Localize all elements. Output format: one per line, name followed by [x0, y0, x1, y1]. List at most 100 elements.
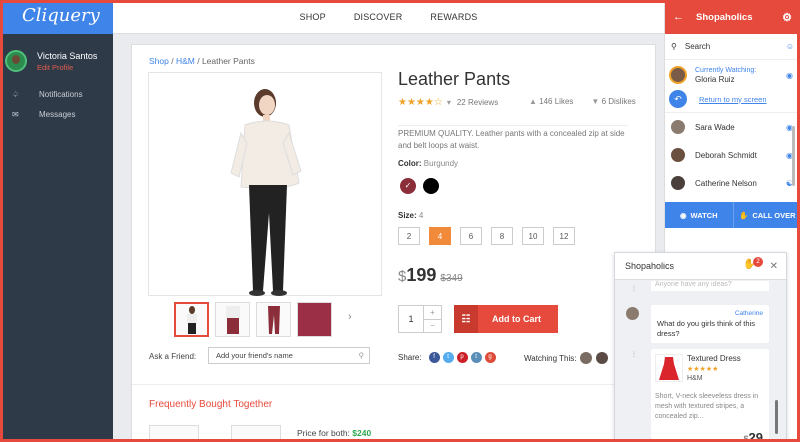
shared-product-card[interactable]: Textured Dress ★★★★★ H&M Short, V-neck s… — [651, 349, 769, 442]
pinterest-icon[interactable]: p — [456, 352, 468, 363]
fbt-thumbnail[interactable] — [231, 425, 281, 442]
app-logo[interactable]: Cliquery — [0, 0, 113, 34]
avatar — [671, 148, 685, 162]
facebook-icon[interactable]: f — [428, 352, 440, 363]
friend-item[interactable]: Sara Wade ◉ — [665, 113, 800, 141]
size-option[interactable]: 12 — [553, 227, 575, 245]
price-for-both-value: $240 — [352, 428, 372, 438]
thumbnail[interactable] — [256, 302, 291, 337]
dislike-button[interactable]: ▼ 6 Dislikes — [591, 97, 635, 106]
twitter-icon[interactable]: t — [442, 352, 454, 363]
product-thumbnail — [655, 354, 683, 382]
size-option-selected[interactable]: 4 — [429, 227, 451, 245]
like-button[interactable]: ▲ 146 Likes — [529, 97, 573, 106]
basket-icon: ☷ — [454, 305, 478, 333]
size-label: Size: 4 — [398, 211, 423, 220]
thumbnail[interactable] — [174, 302, 209, 337]
avatar[interactable] — [596, 352, 609, 364]
size-option[interactable]: 8 — [491, 227, 513, 245]
breadcrumb-shop[interactable]: Shop — [149, 56, 169, 66]
watching-label: Watching This: — [524, 353, 577, 363]
currently-watching[interactable]: Currently Watching: Gloria Ruiz ◉ — [665, 60, 800, 86]
product-stars: ★★★★★ — [687, 366, 719, 373]
product-price: $29 — [744, 430, 763, 442]
settings-icon[interactable]: ⚙ — [782, 11, 792, 24]
return-to-screen[interactable]: ↶ Return to my screen — [665, 86, 800, 113]
reviews-link[interactable]: 22 Reviews — [457, 98, 498, 107]
friend-item[interactable]: Catherine Nelson ☯ — [665, 169, 800, 197]
color-label: Color: Burgundy — [398, 159, 458, 168]
product-card: Shop / H&M / Leather Pants ‹ › Leather P… — [131, 44, 656, 442]
search-input[interactable]: Search — [685, 42, 710, 51]
google-plus-icon[interactable]: g — [484, 352, 496, 363]
panel-title: Shopaholics — [696, 11, 753, 23]
product-main-image[interactable] — [148, 72, 382, 296]
breadcrumb-brand[interactable]: H&M — [176, 56, 195, 66]
product-title: Leather Pants — [398, 69, 511, 89]
size-selector: 2 4 6 8 10 12 — [398, 227, 575, 245]
product-desc: Short, V-neck sleeveless dress in mesh w… — [655, 393, 759, 420]
color-value: Burgundy — [423, 159, 459, 168]
hand-icon: ✋ — [738, 210, 749, 220]
size-option[interactable]: 2 — [398, 227, 420, 245]
tumblr-icon[interactable]: t — [470, 352, 482, 363]
scrollbar[interactable] — [775, 400, 778, 434]
ask-friend-input[interactable]: Add your friend's name ⚲ — [208, 347, 370, 364]
watch-button[interactable]: ◉ WATCH — [665, 202, 733, 228]
nav-shop[interactable]: SHOP — [300, 12, 326, 22]
ask-friend-placeholder: Add your friend's name — [216, 351, 293, 360]
search-icon: ⚲ — [671, 42, 677, 51]
decrement-button[interactable]: − — [424, 318, 441, 333]
avatar — [671, 176, 685, 190]
message-author: Catherine — [734, 310, 763, 317]
quantity-stepper[interactable]: 1 + − — [398, 305, 442, 333]
increment-button[interactable]: + — [424, 306, 441, 319]
chevron-down-icon[interactable]: ▾ — [447, 98, 451, 107]
search-icon[interactable]: ⚲ — [359, 351, 365, 360]
rating-stars[interactable]: ★★★★☆ — [398, 97, 443, 108]
size-value: 4 — [418, 211, 424, 220]
avatar[interactable] — [580, 352, 593, 364]
chat-popup: Shopaholics ✋ 2 ✕ Anyone have any ideas?… — [614, 252, 787, 442]
return-link[interactable]: Return to my screen — [699, 95, 767, 104]
chat-message: Catherine What do you girls think of thi… — [651, 305, 769, 343]
ask-friend-label: Ask a Friend: — [149, 352, 197, 361]
user-profile[interactable]: Victoria Santos Edit Profile — [0, 42, 113, 80]
chat-header[interactable]: Shopaholics ✋ 2 ✕ — [615, 253, 786, 280]
price-for-both: Price for both: $240 — [297, 428, 371, 438]
nav-discover[interactable]: DISCOVER — [354, 12, 403, 22]
add-to-cart-button[interactable]: ☷ Add to Cart — [454, 305, 558, 333]
eye-icon[interactable]: ◉ — [786, 71, 793, 80]
divider — [132, 384, 655, 385]
avatar — [671, 120, 685, 134]
scrollbar[interactable] — [792, 126, 795, 186]
thumbnail[interactable] — [215, 302, 250, 337]
price-value: 199 — [406, 265, 437, 285]
nav-rewards[interactable]: REWARDS — [430, 12, 477, 22]
panel-search[interactable]: ⚲ Search ☺ — [665, 34, 800, 60]
thumbnail[interactable] — [297, 302, 332, 337]
edit-profile-link[interactable]: Edit Profile — [37, 63, 97, 72]
size-option[interactable]: 10 — [522, 227, 544, 245]
add-person-icon[interactable]: ☺ — [786, 42, 794, 51]
fbt-thumbnail[interactable] — [149, 425, 199, 442]
breadcrumb: Shop / H&M / Leather Pants — [149, 56, 255, 66]
size-option[interactable]: 6 — [460, 227, 482, 245]
friend-item[interactable]: Deborah Schmidt ◉ — [665, 141, 800, 169]
breadcrumb-current: Leather Pants — [201, 56, 255, 66]
call-over-button[interactable]: ✋ CALL OVER — [732, 202, 800, 228]
chevron-right-icon[interactable]: › — [348, 311, 352, 323]
color-swatch-burgundy[interactable]: ✓ — [400, 178, 416, 194]
close-icon[interactable]: ✕ — [770, 261, 778, 272]
color-swatch-black[interactable] — [423, 178, 439, 194]
thumbnail-strip — [174, 302, 332, 337]
quantity-value[interactable]: 1 — [399, 306, 423, 332]
back-arrow-icon[interactable]: ← — [673, 11, 684, 23]
add-to-cart-label: Add to Cart — [492, 314, 541, 324]
product-rating: ★★★★☆ ▾ 22 Reviews — [398, 97, 498, 108]
sidebar-item-notifications[interactable]: ♤ Notifications — [0, 84, 113, 104]
watch-label: WATCH — [690, 210, 718, 220]
sidebar-item-messages[interactable]: ✉ Messages — [0, 104, 113, 124]
thumbs-down-icon: ▼ — [591, 97, 600, 106]
share-label: Share: — [398, 353, 422, 362]
